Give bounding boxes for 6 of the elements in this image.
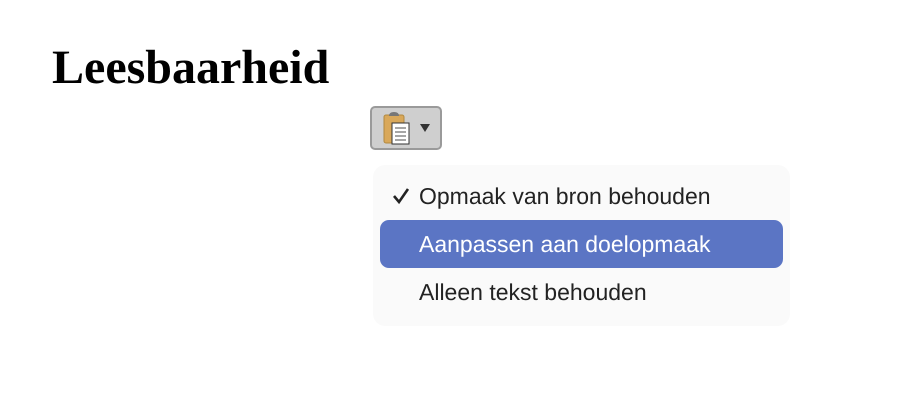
page-heading: Leesbaarheid — [52, 40, 330, 96]
caret-icon — [420, 124, 430, 132]
menu-item[interactable]: Alleen tekst behouden — [380, 268, 783, 316]
menu-item[interactable]: Aanpassen aan doelopmaak — [380, 220, 783, 268]
paste-options-button[interactable] — [370, 106, 442, 150]
menu-item[interactable]: Opmaak van bron behouden — [380, 172, 783, 220]
